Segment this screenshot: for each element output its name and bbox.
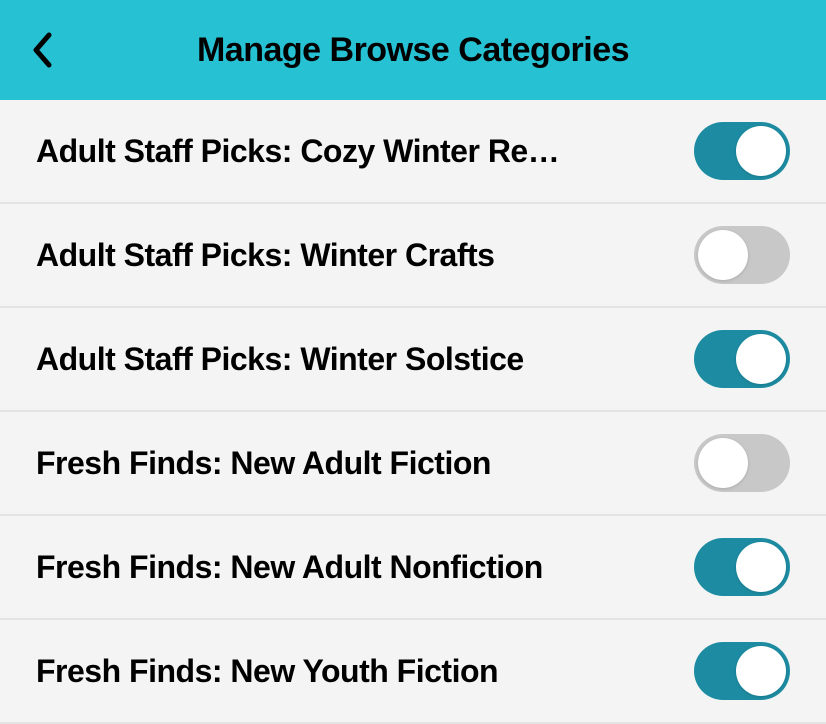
- category-label: Adult Staff Picks: Cozy Winter Re…: [36, 133, 559, 170]
- toggle-knob: [736, 334, 786, 384]
- category-label: Fresh Finds: New Adult Nonfiction: [36, 549, 543, 586]
- list-item: Fresh Finds: New Adult Nonfiction: [0, 516, 826, 620]
- category-toggle[interactable]: [694, 122, 790, 180]
- list-item: Adult Staff Picks: Cozy Winter Re…: [0, 100, 826, 204]
- toggle-knob: [736, 646, 786, 696]
- category-toggle[interactable]: [694, 434, 790, 492]
- toggle-knob: [698, 230, 748, 280]
- list-item: Adult Staff Picks: Winter Solstice: [0, 308, 826, 412]
- toggle-knob: [698, 438, 748, 488]
- category-label: Fresh Finds: New Adult Fiction: [36, 445, 491, 482]
- category-toggle[interactable]: [694, 226, 790, 284]
- category-toggle[interactable]: [694, 538, 790, 596]
- category-label: Adult Staff Picks: Winter Solstice: [36, 341, 524, 378]
- category-label: Fresh Finds: New Youth Fiction: [36, 653, 498, 690]
- category-label: Adult Staff Picks: Winter Crafts: [36, 237, 494, 274]
- header-bar: Manage Browse Categories: [0, 0, 826, 100]
- page-title: Manage Browse Categories: [0, 31, 826, 70]
- list-item: Adult Staff Picks: Winter Crafts: [0, 204, 826, 308]
- back-button[interactable]: [22, 30, 62, 70]
- chevron-left-icon: [31, 32, 53, 68]
- list-item: Fresh Finds: New Adult Fiction: [0, 412, 826, 516]
- list-item: Fresh Finds: New Youth Fiction: [0, 620, 826, 724]
- toggle-knob: [736, 542, 786, 592]
- category-toggle[interactable]: [694, 642, 790, 700]
- toggle-knob: [736, 126, 786, 176]
- category-list: Adult Staff Picks: Cozy Winter Re… Adult…: [0, 100, 826, 724]
- category-toggle[interactable]: [694, 330, 790, 388]
